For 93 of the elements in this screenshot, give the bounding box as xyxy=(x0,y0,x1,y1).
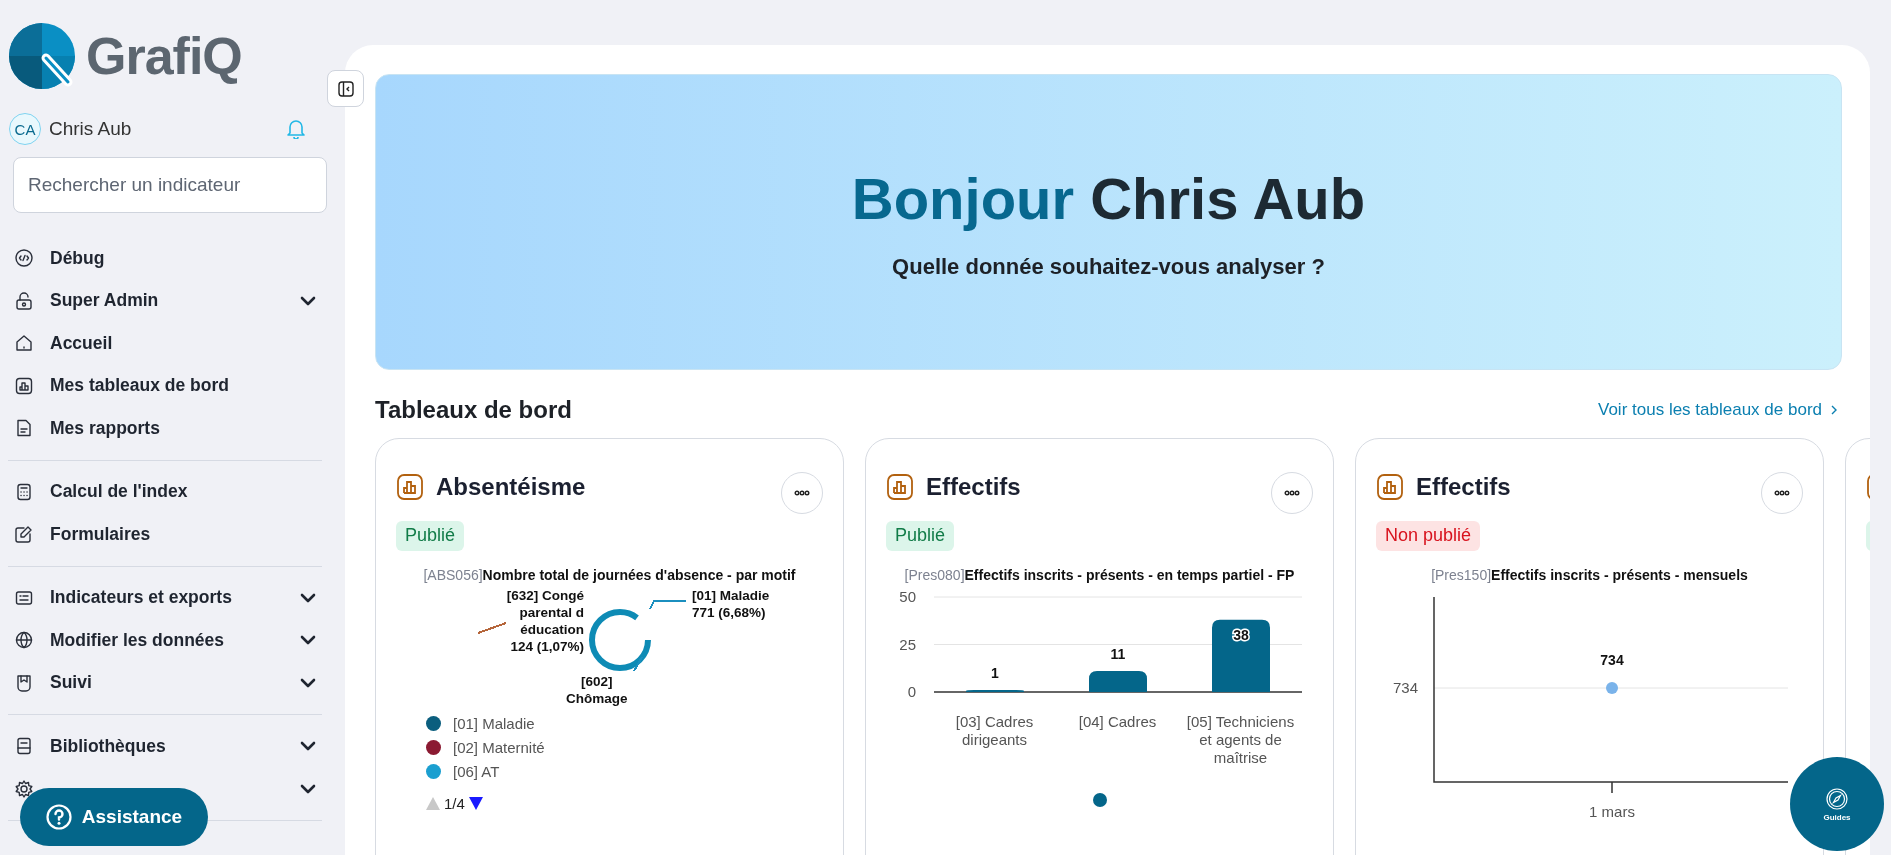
nav-label: Bibliothèques xyxy=(50,735,167,757)
status-badge: Non publié xyxy=(1376,521,1481,551)
axis-tick-label: 50 xyxy=(899,588,916,605)
logo-icon xyxy=(8,21,76,90)
lock-icon xyxy=(14,290,34,311)
document-icon xyxy=(14,418,34,439)
axis-tick-label: 0 xyxy=(907,683,916,700)
more-options-button[interactable] xyxy=(781,472,823,514)
card-title: Effectifs xyxy=(926,473,1022,501)
nav-item[interactable]: Super Admin xyxy=(8,279,322,322)
data-label: [632] Congé parental d éducation 124 (1,07%) xyxy=(506,587,584,655)
nav-item[interactable]: Mes rapports xyxy=(8,407,322,450)
help-icon xyxy=(45,804,72,830)
hero-subtitle: Quelle donnée souhaitez-vous analyser ? xyxy=(892,253,1325,280)
user-avatar[interactable]: CA xyxy=(9,113,41,145)
data-label: 38 xyxy=(1233,626,1249,643)
axis-category-label: [05] Techniciens et agents de maîtrise xyxy=(1185,713,1296,767)
nav-item[interactable]: Débug xyxy=(8,237,322,280)
collapse-sidebar-button[interactable] xyxy=(327,70,364,107)
nav-item[interactable]: Calcul de l'index xyxy=(8,470,322,513)
nav-label: Calcul de l'index xyxy=(50,481,189,503)
axis-category-label: [04] Cadres xyxy=(1077,713,1158,732)
nav-label: Indicateurs et exports xyxy=(50,587,233,609)
chart-icon xyxy=(886,473,914,501)
nav-item[interactable]: Bibliothèques xyxy=(8,725,322,768)
settings-icon xyxy=(14,778,34,799)
search-field[interactable]: Rechercher un indicateur xyxy=(13,157,327,213)
chart-title: [Pres080]Effectifs inscrits - présents - en temps partiel - FP xyxy=(903,567,1296,583)
axis-tick-label: 25 xyxy=(899,635,916,653)
chart-icon xyxy=(396,473,424,501)
nav-label: Mes rapports xyxy=(50,417,161,439)
nav-label: Mes tableaux de bord xyxy=(50,375,230,397)
compass-icon xyxy=(1825,786,1849,811)
data-label: [01] Maladie 771 (6,68%) xyxy=(692,587,770,621)
chart-title: [Pres150]Effectifs inscrits - présents - mensuels xyxy=(1430,567,1749,583)
more-icon xyxy=(794,490,810,496)
calculator-icon xyxy=(14,481,34,502)
dashboard-card[interactable]: Effectifs Non publié [Pres150]Effectifs inscrits - présents - mensuels 734 1 mars 734 xyxy=(1355,438,1824,855)
chart-title: [ABS056]Nombre total de journées d'absence - par motif xyxy=(422,567,797,583)
card-title: Absentéisme xyxy=(436,473,587,501)
axis-tick-label: 1 mars xyxy=(1589,803,1635,820)
more-options-button[interactable] xyxy=(1271,472,1313,514)
legend-item[interactable]: [06] AT xyxy=(426,759,823,783)
data-label: [602] Chômage xyxy=(566,673,628,707)
greeting-text: Bonjour xyxy=(851,165,1075,231)
data-label: 1 xyxy=(991,665,999,682)
user-name: Chris Aub xyxy=(49,118,133,140)
nav-label: Modifier les données xyxy=(50,629,226,651)
assistance-button[interactable]: Assistance xyxy=(20,788,208,846)
page-dot[interactable] xyxy=(1092,793,1107,807)
home-icon xyxy=(14,333,34,354)
legend-item[interactable]: [02] Maternité xyxy=(426,735,823,759)
globe-icon xyxy=(14,630,34,651)
nav-label: Formulaires xyxy=(50,523,152,545)
chevron-right-icon xyxy=(1830,404,1838,416)
nav-item[interactable]: Suivi xyxy=(8,661,322,704)
nav-item[interactable]: Modifier les données xyxy=(8,619,322,662)
axis-category-label: [03] Cadres dirigeants xyxy=(954,713,1035,750)
nav-label: Débug xyxy=(50,247,106,269)
sidebar-toggle-icon xyxy=(336,79,355,98)
notebook-icon xyxy=(14,736,34,757)
data-label: 734 xyxy=(1600,652,1624,668)
section-title: Tableaux de bord xyxy=(375,396,572,424)
card-title: Effectifs xyxy=(1416,473,1512,501)
donut-chart xyxy=(589,609,651,671)
code-icon xyxy=(14,248,34,269)
pencil-icon xyxy=(14,524,34,545)
page-indicator: 1/4 xyxy=(444,795,465,812)
nav-item[interactable]: Formulaires xyxy=(8,513,322,556)
nav-label: Super Admin xyxy=(50,290,160,312)
user-name-heading: Chris Aub xyxy=(1090,165,1366,231)
nav-label: Suivi xyxy=(50,672,93,694)
see-all-link[interactable]: Voir tous les tableaux de bord xyxy=(1598,400,1838,420)
nav-label: Accueil xyxy=(50,332,114,354)
data-label: 11 xyxy=(1110,646,1126,663)
chart-icon xyxy=(14,375,34,396)
nav-item[interactable]: Mes tableaux de bord xyxy=(8,364,322,407)
status-badge: Publié xyxy=(886,521,955,551)
next-page-icon[interactable] xyxy=(468,797,483,810)
chart-icon xyxy=(1376,473,1404,501)
legend-item[interactable]: [01] Maladie xyxy=(426,711,823,735)
dashboard-card[interactable]: Effectifs Publié [Pres080]Effectifs inscrits - présents - en temps partiel - FP 0 25 50 1 11 38 [03] Cadres dirigeants [04] Cadres [05] Techniciens et agents de maîtrise xyxy=(865,438,1334,855)
status-badge: Publié xyxy=(396,521,465,551)
nav-item[interactable]: Indicateurs et exports xyxy=(8,576,322,619)
book-icon xyxy=(14,672,34,693)
more-icon xyxy=(1284,490,1300,496)
nav-item[interactable]: Accueil xyxy=(8,322,322,365)
dashboard-card[interactable]: Absentéisme Publié [ABS056]Nombre total de journées d'absence - par motif [632] Congé parental d éducation 124 (1,07%) [01] Maladie 771 (6,68%) [602] Chômage [01] Maladie [02] Maternité [06] AT 1/4 xyxy=(375,438,844,855)
bar[interactable] xyxy=(1212,619,1270,692)
more-options-button[interactable] xyxy=(1761,472,1803,514)
axis-tick-label: 734 xyxy=(1392,679,1418,696)
more-icon xyxy=(1774,490,1790,496)
brand-name: GrafiQ xyxy=(86,25,242,86)
